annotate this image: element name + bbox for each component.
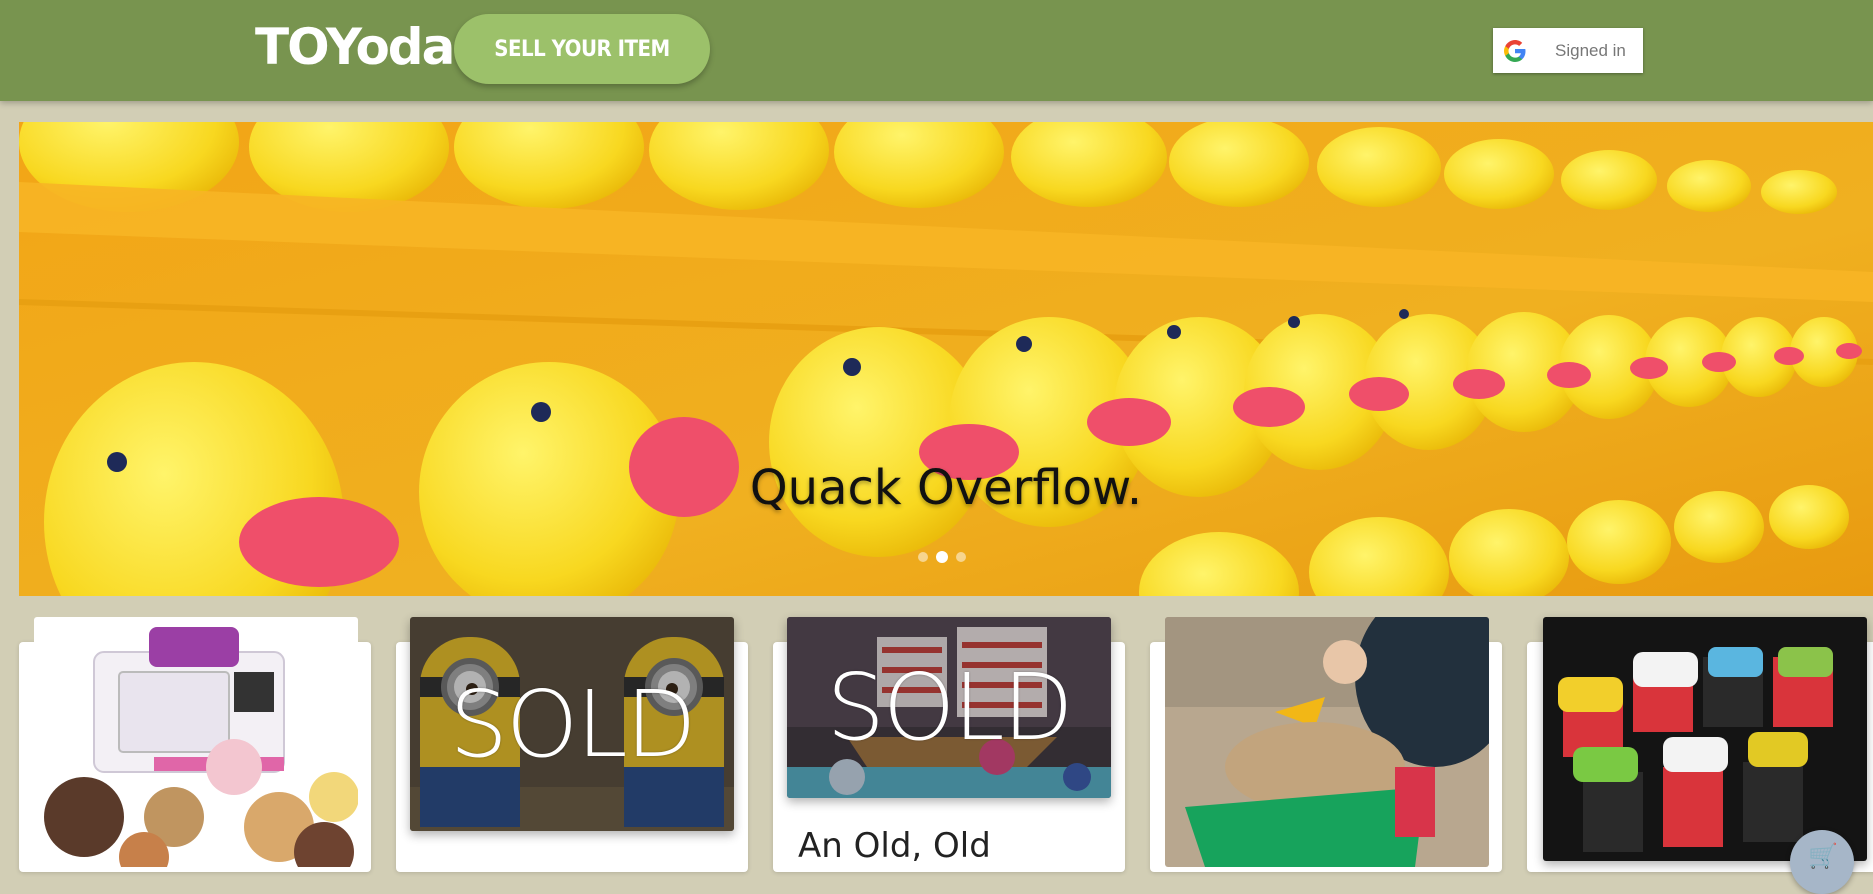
cart-button[interactable]: 🛒	[1790, 830, 1854, 894]
signin-label: Signed in	[1555, 40, 1626, 60]
rubber-ducks-image	[19, 122, 1873, 596]
carousel-indicators[interactable]	[918, 551, 966, 563]
hero-caption: Quack Overflow.	[749, 460, 1143, 516]
product-image-toy-ship[interactable]: SOLD	[787, 617, 1111, 798]
carousel-dot[interactable]	[918, 552, 928, 562]
carousel-dot[interactable]	[956, 552, 966, 562]
product-image-sand-truck[interactable]	[1165, 617, 1489, 867]
sold-overlay: SOLD	[826, 654, 1074, 761]
product-image-toy-cars[interactable]	[1543, 617, 1867, 861]
google-signin-button[interactable]: Signed in	[1493, 28, 1643, 73]
sell-item-button[interactable]: SELL YOUR ITEM	[454, 14, 710, 84]
carousel-dot-active[interactable]	[936, 551, 948, 563]
product-title[interactable]: An Old, Old	[798, 826, 991, 866]
product-image-minions[interactable]: SOLD	[410, 617, 734, 831]
sold-overlay: SOLD	[449, 670, 697, 778]
product-image-easy-bake-oven[interactable]	[34, 617, 358, 867]
top-nav: TOYoda SELL YOUR ITEM Signed in	[0, 0, 1873, 101]
google-icon	[1504, 39, 1526, 62]
hero-carousel[interactable]	[19, 122, 1873, 596]
logo[interactable]: TOYoda	[255, 18, 455, 76]
cart-icon: 🛒	[1808, 842, 1838, 870]
